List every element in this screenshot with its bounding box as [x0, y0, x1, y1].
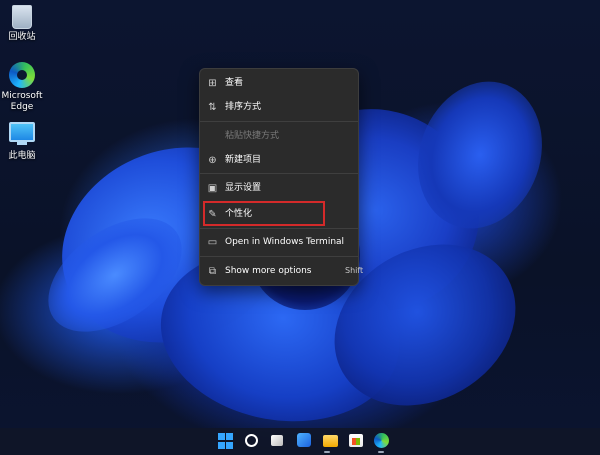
widgets-icon[interactable] [297, 433, 311, 447]
menu-item-shortcut: Shift [345, 266, 364, 275]
more-options-icon: ⧉ [208, 266, 217, 277]
menu-item-sort-by[interactable]: ⇅ 排序方式 [200, 96, 358, 118]
menu-separator [200, 121, 358, 122]
menu-item-label: 新建项目 [225, 155, 262, 165]
desktop-icon-edge[interactable]: Microsoft Edge [0, 62, 44, 113]
task-view-icon[interactable] [271, 435, 283, 446]
menu-item-display-settings[interactable]: ▣ 显示设置 [200, 177, 358, 199]
menu-separator [200, 228, 358, 229]
terminal-icon: ▭ [207, 237, 218, 248]
menu-item-label: 查看 [225, 78, 244, 88]
menu-item-label: Show more options [225, 266, 312, 276]
sort-icon: ⇅ [208, 102, 217, 113]
desktop-icon-this-pc[interactable]: 此电脑 [0, 122, 44, 162]
menu-item-label: 排序方式 [225, 102, 262, 112]
desktop-icon-label-line1: Microsoft [1, 91, 43, 101]
desktop-icon-recycle-bin[interactable]: 回收站 [0, 5, 44, 43]
running-indicator [378, 451, 384, 453]
store-icon[interactable] [349, 434, 363, 447]
menu-item-open-terminal[interactable]: ▭ Open in Windows Terminal [200, 231, 358, 253]
menu-item-label: 粘贴快捷方式 [225, 131, 280, 141]
recycle-bin-icon [12, 5, 32, 29]
menu-item-new[interactable]: ⊕ 新建项目 [200, 149, 358, 171]
desktop-icon-label: 回收站 [8, 32, 36, 42]
plus-circle-icon: ⊕ [208, 155, 217, 166]
this-pc-icon [9, 122, 35, 145]
highlight-box [203, 201, 325, 226]
edge-icon[interactable] [374, 433, 389, 448]
running-indicator [324, 451, 330, 453]
desktop-context-menu: ⊞ 查看 ⇅ 排序方式 粘贴快捷方式 ⊕ 新建项目 ▣ 显示设置 ✎ 个性化 ▭… [199, 68, 359, 286]
display-icon: ▣ [207, 183, 218, 194]
menu-item-label: 显示设置 [225, 183, 262, 193]
menu-separator [200, 173, 358, 174]
desktop-icon-label-line2: Edge [10, 102, 34, 112]
search-icon[interactable] [245, 434, 258, 447]
menu-item-paste-shortcut[interactable]: 粘贴快捷方式 [200, 125, 358, 147]
menu-item-show-more-options[interactable]: ⧉ Show more options [200, 260, 358, 282]
menu-item-label: Open in Windows Terminal [225, 237, 345, 247]
view-grid-icon: ⊞ [208, 78, 217, 89]
edge-icon [9, 62, 35, 88]
desktop-icon-label: 此电脑 [8, 151, 36, 161]
menu-item-view[interactable]: ⊞ 查看 [200, 72, 358, 94]
menu-separator [200, 256, 358, 257]
file-explorer-icon[interactable] [323, 435, 338, 447]
start-icon[interactable] [218, 433, 234, 449]
